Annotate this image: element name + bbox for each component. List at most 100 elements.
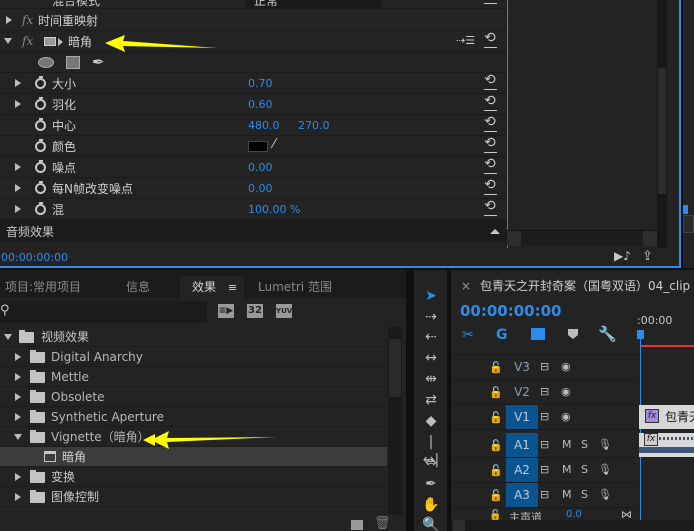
track-a2[interactable]: 🔓 A2 ⊟ M S 🎙 <box>451 458 637 483</box>
close-sequence-button[interactable]: × <box>461 279 471 293</box>
ellipse-mask-icon[interactable] <box>38 57 54 68</box>
expand-icon[interactable] <box>15 100 21 108</box>
expand-icon[interactable] <box>6 16 12 24</box>
reset-icon[interactable] <box>484 177 497 195</box>
slip-icon[interactable]: |↔| <box>421 433 441 468</box>
property-noise[interactable]: 噪点 0.00 <box>0 156 507 178</box>
track-a3[interactable]: 🔓 A3 ⊟ M S 🎙 <box>451 483 637 508</box>
ripple-edit-icon[interactable]: ↔ <box>421 349 441 367</box>
pen-icon[interactable]: ✒ <box>421 475 441 493</box>
lock-icon[interactable]: 🔓 <box>489 411 503 424</box>
property-value[interactable]: 0.70 <box>248 77 273 90</box>
microphone-icon[interactable]: 🎙 <box>598 463 612 476</box>
master-volume[interactable]: 0.0 <box>566 509 582 520</box>
work-area-bar[interactable] <box>640 345 694 347</box>
in-out-icon[interactable]: ⋈ <box>621 508 632 520</box>
solo-button[interactable]: S <box>581 463 588 476</box>
scrollbar-thumb[interactable] <box>389 339 401 397</box>
fx-icon[interactable]: fx <box>22 13 33 27</box>
reset-icon[interactable] <box>484 135 497 153</box>
audio-clip[interactable]: fx <box>639 433 694 457</box>
eye-icon[interactable]: ◉ <box>561 385 571 398</box>
effect-vignette[interactable]: fx 暗角 ⇢☰ <box>0 30 507 52</box>
tab-effects[interactable]: 效果 ≡ <box>180 276 244 298</box>
reset-icon[interactable] <box>484 156 497 174</box>
vertical-scrollbar[interactable] <box>388 327 402 515</box>
audio-effects-header[interactable]: 音频效果 <box>0 220 507 242</box>
add-marker-selection-icon[interactable] <box>531 328 545 340</box>
color-swatch[interactable] <box>248 141 268 152</box>
tree-folder[interactable]: Obsolete <box>0 387 387 407</box>
32bit-effects-icon[interactable]: 32 <box>247 304 263 318</box>
tree-folder-video-effects[interactable]: 视频效果 <box>0 327 387 347</box>
tree-effect-vignette[interactable]: 暗角 <box>0 447 387 467</box>
stopwatch-icon[interactable] <box>35 159 46 173</box>
track-select-backward-icon[interactable]: ⇠ <box>421 328 441 346</box>
video-clip[interactable]: fx 包青天 <box>639 405 694 429</box>
trash-icon[interactable]: 🗑 <box>374 516 391 531</box>
fx-badge[interactable]: fx <box>645 409 659 423</box>
track-target[interactable]: V3 <box>506 355 538 379</box>
blend-mode-dropdown[interactable]: 正常 <box>246 0 382 8</box>
property-noise-change[interactable]: 每N帧改变噪点 0.00 <box>0 177 507 199</box>
expand-icon[interactable] <box>15 392 21 401</box>
stopwatch-icon[interactable] <box>35 138 46 152</box>
track-v2[interactable]: 🔓 V2 ⊟ ◉ <box>451 380 637 405</box>
property-value-x[interactable]: 480.0 <box>248 119 280 132</box>
expand-icon[interactable] <box>15 205 21 213</box>
lock-icon[interactable]: 🔓 <box>489 489 503 502</box>
horizontal-scrollbar[interactable] <box>507 230 657 246</box>
lock-icon[interactable]: 🔓 <box>489 439 503 452</box>
track-target[interactable]: V2 <box>506 380 538 404</box>
microphone-icon[interactable]: 🎙 <box>598 438 612 451</box>
snap-icon[interactable]: ✂ <box>462 327 474 343</box>
mute-button[interactable]: M <box>562 488 572 501</box>
mute-button[interactable]: M <box>562 463 572 476</box>
stopwatch-icon[interactable] <box>35 201 46 215</box>
eyedropper-icon[interactable]: ⁄ <box>273 137 275 152</box>
expand-icon[interactable] <box>15 372 21 381</box>
collapse-icon[interactable] <box>14 433 22 440</box>
expand-icon[interactable] <box>15 472 21 481</box>
lock-icon[interactable]: 🔓 <box>489 361 503 374</box>
accelerated-effects-icon[interactable]: ≡▶ <box>218 304 234 318</box>
hand-icon[interactable]: ✋ <box>421 496 441 514</box>
reset-icon[interactable] <box>484 72 497 90</box>
timeline-horizontal-scrollbar[interactable] <box>451 520 694 531</box>
sync-lock-icon[interactable]: ⊟ <box>540 385 549 398</box>
panel-menu-icon[interactable]: ≡ <box>228 281 237 294</box>
selection-tool-icon[interactable]: ➤ <box>421 287 441 305</box>
sequence-timecode[interactable]: 00:00:00:00 <box>460 302 562 320</box>
property-size[interactable]: 大小 0.70 <box>0 72 507 94</box>
expand-icon[interactable] <box>15 352 21 361</box>
scrollbar-thumb[interactable] <box>658 68 666 194</box>
tree-folder[interactable]: Digital Anarchy <box>0 347 387 367</box>
tree-folder[interactable]: Mettle <box>0 367 387 387</box>
track-v3[interactable]: 🔓 V3 ⊟ ◉ <box>451 355 637 380</box>
master-track[interactable]: 🔓 主声道 0.0 ⋈ <box>451 508 640 520</box>
rate-stretch-icon[interactable]: ⇄ <box>421 391 441 409</box>
effect-controls-timeline[interactable] <box>507 0 656 250</box>
expand-icon[interactable] <box>15 412 21 421</box>
add-to-list-icon[interactable]: ⇢☰ <box>456 34 475 47</box>
wrench-icon[interactable]: 🔧 <box>598 325 617 343</box>
property-value[interactable]: 0.00 <box>248 161 273 174</box>
property-blend[interactable]: 混 100.00 % <box>0 198 507 220</box>
lock-icon[interactable]: 🔓 <box>489 464 503 477</box>
property-value[interactable]: 0.00 <box>248 182 273 195</box>
property-color[interactable]: 颜色 ⁄ <box>0 135 507 157</box>
tree-folder[interactable]: 变换 <box>0 467 387 487</box>
eye-icon[interactable]: ◉ <box>561 410 571 423</box>
track-target[interactable]: A1 <box>506 433 538 457</box>
property-value[interactable]: 100.00 % <box>248 203 300 216</box>
property-feather[interactable]: 羽化 0.60 <box>0 93 507 115</box>
solo-button[interactable]: S <box>581 488 588 501</box>
reset-icon[interactable] <box>484 30 497 48</box>
export-icon[interactable]: ⇪ <box>642 249 653 264</box>
playhead-marker[interactable] <box>683 205 688 214</box>
collapse-icon[interactable] <box>4 38 12 44</box>
tab-lumetri-scopes[interactable]: Lumetri 范围 <box>258 276 353 298</box>
microphone-icon[interactable]: 🎙 <box>598 488 612 501</box>
fx-icon[interactable]: fx <box>22 34 33 48</box>
tree-folder[interactable]: 图像控制 <box>0 487 387 507</box>
